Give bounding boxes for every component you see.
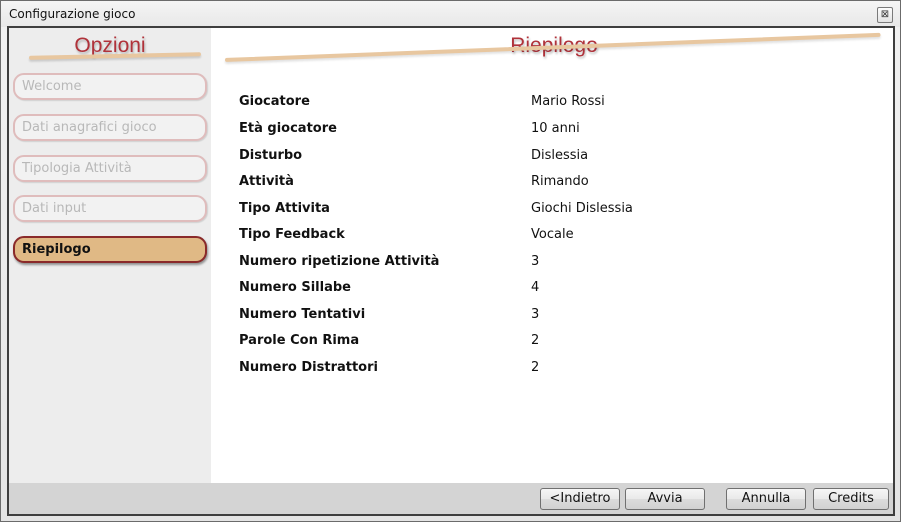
summary-row: Numero Tentativi 3 <box>9 307 897 327</box>
summary-value: Giochi Dislessia <box>531 201 633 216</box>
close-icon: ⊠ <box>880 9 890 20</box>
summary-row: Numero ripetizione Attività 3 <box>9 254 897 274</box>
summary-row: Tipo Feedback Vocale <box>9 227 897 247</box>
summary-label: Numero ripetizione Attività <box>239 254 440 269</box>
summary-row: Disturbo Dislessia <box>9 148 897 168</box>
summary-value: Dislessia <box>531 148 589 163</box>
summary-label: Tipo Attivita <box>239 201 330 216</box>
summary-label: Disturbo <box>239 148 303 163</box>
summary-row: Numero Sillabe 4 <box>9 280 897 300</box>
summary-label: Tipo Feedback <box>239 227 345 242</box>
title-bar: Configurazione gioco ⊠ <box>1 1 900 27</box>
summary-value: Rimando <box>531 174 589 189</box>
close-button[interactable]: ⊠ <box>877 7 893 23</box>
summary-row: Parole Con Rima 2 <box>9 333 897 353</box>
summary-label: Età giocatore <box>239 121 337 136</box>
window-title: Configurazione gioco <box>9 7 136 21</box>
summary-value: Vocale <box>531 227 574 242</box>
config-window: Configurazione gioco ⊠ Opzioni Welcome D… <box>0 0 901 522</box>
start-button[interactable]: Avvia <box>625 488 705 510</box>
summary-value: 3 <box>531 254 540 269</box>
summary-label: Giocatore <box>239 94 310 109</box>
summary-row: Numero Distrattori 2 <box>9 360 897 380</box>
summary-value: 3 <box>531 307 540 322</box>
summary-value: 2 <box>531 360 540 375</box>
summary-label: Numero Sillabe <box>239 280 351 295</box>
summary-label: Parole Con Rima <box>239 333 360 348</box>
summary-row: Giocatore Mario Rossi <box>9 94 897 114</box>
summary-label: Numero Tentativi <box>239 307 366 322</box>
credits-button[interactable]: Credits <box>813 488 889 510</box>
client-area: Opzioni Welcome Dati anagrafici gioco Ti… <box>7 26 895 516</box>
summary-value: Mario Rossi <box>531 94 605 109</box>
summary-row: Attività Rimando <box>9 174 897 194</box>
summary-label: Attività <box>239 174 294 189</box>
summary-value: 2 <box>531 333 540 348</box>
summary-value: 4 <box>531 280 540 295</box>
footer-bar: <Indietro Avvia Annulla Credits <box>9 483 893 514</box>
summary-value: 10 anni <box>531 121 580 136</box>
summary-label: Numero Distrattori <box>239 360 378 375</box>
back-button[interactable]: <Indietro <box>540 488 620 510</box>
summary-row: Età giocatore 10 anni <box>9 121 897 141</box>
summary-row: Tipo Attivita Giochi Dislessia <box>9 201 897 221</box>
cancel-button[interactable]: Annulla <box>726 488 806 510</box>
